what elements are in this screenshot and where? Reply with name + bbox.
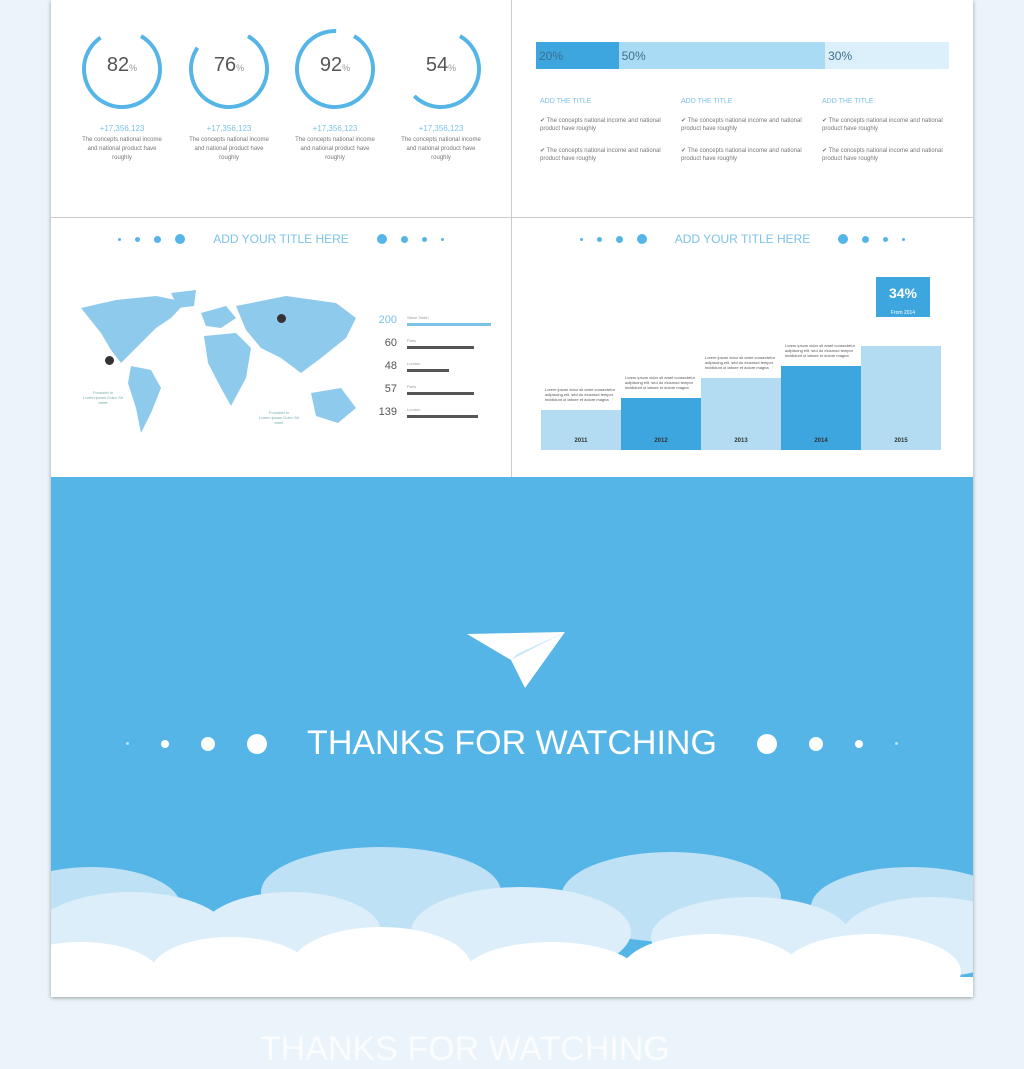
stat-ring: 54% +17,356,123 The concepts national in… [396, 26, 486, 163]
stat-value: 200 [378, 314, 397, 326]
ring-value: 92% [319, 54, 351, 76]
stat-bar [407, 323, 491, 326]
bar-year: 2012 [654, 438, 668, 444]
column-title: ADD THE TITLE [681, 98, 733, 105]
growth-callout: 34% From 2014 [876, 277, 930, 317]
bullet: ✔ The concepts national income and natio… [822, 118, 943, 132]
bar-segment: 20% [536, 42, 619, 69]
thanks-title: THANKS FOR WATCHING [307, 724, 717, 762]
column-title: ADD THE TITLE [540, 98, 592, 105]
bullet: ✔ The concepts national income and natio… [681, 148, 802, 162]
stat-bar [407, 415, 479, 418]
bar-segment: 50% [618, 42, 826, 69]
stat-row: 139 London [369, 406, 479, 418]
map-pin[interactable] [277, 314, 286, 323]
stat-description: The concepts national income and nationa… [82, 137, 162, 161]
background-ghost-text: THANKS FOR WATCHING [260, 1030, 670, 1068]
ring-value: 54% [425, 54, 457, 76]
stat-bar [407, 369, 449, 372]
growth-bar: 2012 Lorem ipsum dolor sit amet consectet… [621, 375, 701, 450]
growth-bar: 2015 [861, 346, 941, 450]
ring-value: 82% [106, 54, 138, 76]
text-column: ADD THE TITLE ✔ The concepts national inc… [540, 98, 670, 177]
stat-number: +17,356,123 [99, 124, 145, 133]
text-column: ADD THE TITLE ✔ The concepts national inc… [681, 98, 811, 177]
bar-note: Lorem ipsum dolor sit amet consectetur a… [545, 387, 616, 402]
stat-bar [407, 392, 475, 395]
slide-title-bar: ADD YOUR TITLE HERE [51, 232, 511, 246]
slide-thanks: THANKS FOR WATCHING [51, 477, 973, 997]
bar-note: Lorem ipsum dolor sit amet consectetur a… [625, 375, 696, 390]
slide-stats: 82% +17,356,123 The concepts national in… [51, 0, 512, 218]
slide-title: ADD YOUR TITLE HERE [674, 232, 811, 246]
stat-label: Steve Smith [407, 315, 429, 320]
stat-label: London [407, 407, 421, 412]
stat-label: Paris [407, 338, 417, 343]
stat-row: 57 Paris [369, 383, 475, 395]
stat-description: The concepts national income and nationa… [295, 137, 375, 161]
stat-row: 60 Paris [369, 337, 475, 349]
bar-year: 2011 [574, 438, 588, 444]
bar-note: Lorem ipsum dolor sit amet consectetur a… [785, 343, 856, 358]
slide-growth: ADD YOUR TITLE HERE 34% From 2014 2011 Lor… [512, 218, 973, 477]
stat-ring: 76% +17,356,123 The concepts national in… [184, 26, 274, 163]
bullet: ✔ The concepts national income and natio… [822, 148, 943, 162]
slide-title: ADD YOUR TITLE HERE [213, 232, 349, 246]
stat-number: +17,356,123 [206, 124, 252, 133]
stat-description: The concepts national income and nationa… [401, 137, 481, 161]
stat-row: 48 London [369, 360, 449, 372]
growth-bar: 2011 Lorem ipsum dolor sit amet consectet… [541, 387, 621, 450]
map-annotation: Founded in Lorem ipsum Dolor Sit amet [259, 410, 299, 425]
thanks-row: THANKS FOR WATCHING [51, 724, 973, 763]
stat-value: 48 [384, 360, 397, 372]
slide-split: 20% 50% 30% ADD THE TITLE ✔ The concepts na… [512, 0, 973, 218]
slide-title-bar: ADD YOUR TITLE HERE [512, 232, 973, 246]
stat-description: The concepts national income and nationa… [189, 137, 269, 161]
growth-bar: 2013 Lorem ipsum dolor sit amet consectet… [701, 355, 781, 450]
paper-plane-icon [467, 632, 565, 688]
stat-value: 57 [384, 383, 397, 395]
bullet: ✔ The concepts national income and natio… [540, 118, 661, 132]
stat-row: 200 Steve Smith [369, 314, 491, 326]
bar-year: 2013 [734, 438, 748, 444]
map-pin[interactable] [105, 356, 114, 365]
stat-ring: 82% +17,356,123 The concepts national in… [77, 26, 167, 163]
growth-bar: 2014 Lorem ipsum dolor sit amet consectet… [781, 343, 861, 450]
text-column: ADD THE TITLE ✔ The concepts national inc… [822, 98, 952, 177]
stat-number: +17,356,123 [418, 124, 464, 133]
stat-bar [407, 346, 475, 349]
stat-label: London [407, 361, 421, 366]
map-annotation: Founded in Lorem ipsum Dolor Sit amet [83, 390, 123, 405]
world-map [81, 290, 356, 433]
clouds-decoration [51, 847, 973, 997]
stat-label: Paris [407, 384, 417, 389]
bullet: ✔ The concepts national income and natio… [540, 148, 661, 162]
slide-map: ADD YOUR TITLE HERE Founded in Lorem ipsu… [51, 218, 512, 477]
stat-ring: 92% +17,356,123 The concepts national in… [290, 26, 380, 163]
stat-value: 139 [378, 406, 397, 418]
slides-preview: 82% +17,356,123 The concepts national in… [51, 0, 973, 997]
bar-segment: 30% [825, 42, 949, 69]
bar-note: Lorem ipsum dolor sit amet consectetur a… [705, 355, 776, 370]
ring-value: 76% [213, 54, 245, 76]
column-title: ADD THE TITLE [822, 98, 874, 105]
percentage-bar: 20% 50% 30% [536, 42, 949, 69]
bar-year: 2014 [814, 438, 828, 444]
stat-value: 60 [384, 337, 397, 349]
bullet: ✔ The concepts national income and natio… [681, 118, 802, 132]
bar-year: 2015 [894, 438, 908, 444]
stat-number: +17,356,123 [312, 124, 358, 133]
